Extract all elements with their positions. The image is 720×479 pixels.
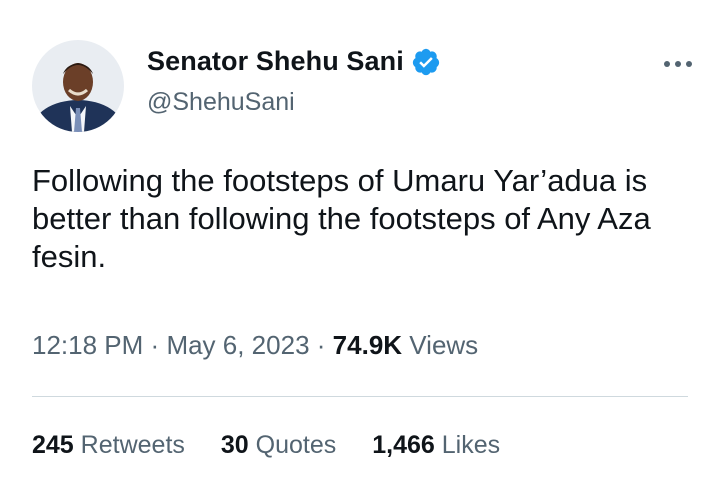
divider — [32, 396, 688, 397]
quotes-count: 30 — [220, 431, 249, 459]
more-horizontal-icon[interactable] — [658, 54, 698, 74]
tweet-time[interactable]: 12:18 PM — [32, 330, 143, 360]
retweets-label: Retweets — [80, 431, 185, 459]
engagement-stats: 245 Retweets 30 Quotes 1,466 Likes — [32, 431, 536, 460]
likes-label: Likes — [441, 431, 501, 459]
tweet-meta: 12:18 PM · May 6, 2023 · 74.9K Views — [32, 330, 478, 361]
quotes-stat[interactable]: 30 Quotes — [221, 431, 336, 460]
views-label: Views — [409, 330, 479, 360]
author-display-name[interactable]: Senator Shehu Sani — [147, 46, 404, 77]
likes-count: 1,466 — [372, 431, 435, 459]
likes-stat[interactable]: 1,466 Likes — [372, 431, 500, 460]
author-name-row[interactable]: Senator Shehu Sani — [147, 46, 441, 77]
retweets-stat[interactable]: 245 Retweets — [32, 431, 185, 460]
views-count: 74.9K — [332, 330, 403, 360]
meta-separator: · — [316, 330, 326, 360]
meta-separator: · — [150, 330, 160, 360]
author-handle[interactable]: @ShehuSani — [147, 88, 295, 117]
quotes-label: Quotes — [255, 431, 337, 459]
tweet-text: Following the footsteps of Umaru Yar’adu… — [32, 163, 651, 274]
avatar[interactable] — [32, 40, 124, 132]
verified-badge-icon — [411, 47, 441, 77]
retweets-count: 245 — [32, 431, 74, 459]
tweet-date[interactable]: May 6, 2023 — [166, 330, 309, 360]
